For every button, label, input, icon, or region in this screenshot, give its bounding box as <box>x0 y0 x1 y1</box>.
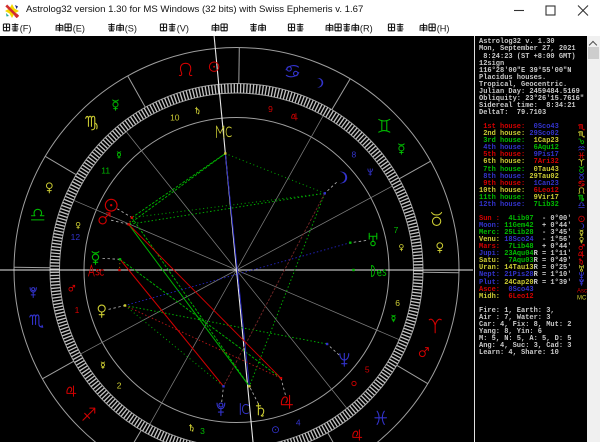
svg-text:2: 2 <box>117 380 122 390</box>
svg-text:(F): (F) <box>20 24 32 34</box>
svg-text:4: 4 <box>296 418 301 428</box>
svg-text:(R): (R) <box>360 24 373 34</box>
svg-text:3: 3 <box>200 426 205 436</box>
svg-text:8: 8 <box>352 150 357 160</box>
svg-text:(S): (S) <box>125 24 137 34</box>
svg-text:5: 5 <box>365 365 370 375</box>
svg-text:1: 1 <box>75 305 80 315</box>
svg-text:9: 9 <box>268 104 273 114</box>
svg-text:10: 10 <box>170 113 180 123</box>
svg-text:(V): (V) <box>177 24 189 34</box>
svg-text:12: 12 <box>71 232 81 242</box>
svg-text:7: 7 <box>394 225 399 235</box>
svg-text:6: 6 <box>395 298 400 308</box>
svg-text:(E): (E) <box>73 24 85 34</box>
svg-text:(H): (H) <box>437 24 450 34</box>
svg-text:11: 11 <box>101 165 110 175</box>
